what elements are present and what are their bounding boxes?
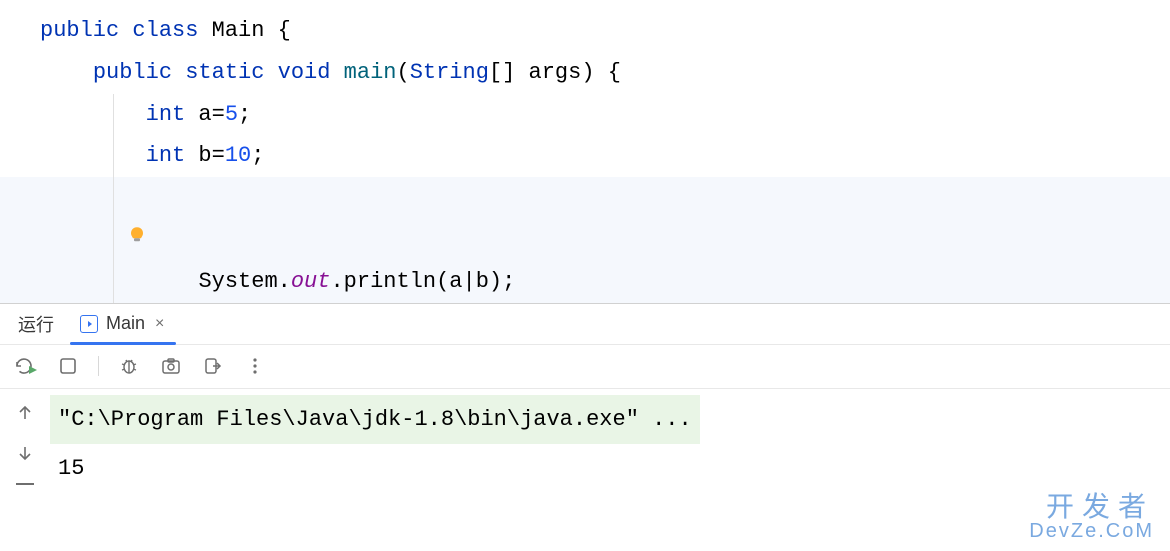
field-out: out bbox=[291, 269, 331, 294]
debug-button[interactable] bbox=[117, 354, 141, 378]
run-config-icon bbox=[80, 315, 98, 333]
run-panel-header: 运行 Main × bbox=[0, 303, 1170, 345]
code-editor[interactable]: public class Main { public static void m… bbox=[0, 0, 1170, 303]
watermark: 开发者 DevZe.CoM bbox=[1029, 493, 1154, 541]
stop-button[interactable] bbox=[56, 354, 80, 378]
type-string: String bbox=[410, 60, 489, 85]
command-line: "C:\Program Files\Java\jdk-1.8\bin\java.… bbox=[50, 395, 700, 445]
brace: { bbox=[264, 18, 290, 43]
exit-icon[interactable] bbox=[201, 354, 225, 378]
class-ref: System bbox=[198, 269, 277, 294]
keyword-public: public bbox=[93, 60, 172, 85]
tab-label: Main bbox=[106, 313, 145, 334]
run-toolbar bbox=[0, 345, 1170, 389]
keyword-int: int bbox=[146, 102, 186, 127]
keyword-public: public bbox=[40, 18, 119, 43]
scroll-up-button[interactable] bbox=[13, 401, 37, 425]
keyword-int: int bbox=[146, 143, 186, 168]
method-call: println bbox=[344, 269, 436, 294]
intention-bulb-icon[interactable] bbox=[48, 177, 147, 302]
code-line[interactable]: public class Main { bbox=[0, 10, 1170, 52]
code-line[interactable]: int b=10; bbox=[0, 135, 1170, 177]
keyword-void: void bbox=[278, 60, 331, 85]
number-literal: 10 bbox=[225, 143, 251, 168]
keyword-static: static bbox=[185, 60, 264, 85]
more-icon[interactable] bbox=[243, 354, 267, 378]
number-literal: 5 bbox=[225, 102, 238, 127]
toolbar-separator bbox=[98, 356, 99, 376]
rerun-button[interactable] bbox=[14, 354, 38, 378]
code-line[interactable]: public static void main(String[] args) { bbox=[0, 52, 1170, 94]
code-line[interactable]: int a=5; bbox=[0, 94, 1170, 136]
class-name: Main bbox=[212, 18, 265, 43]
keyword-class: class bbox=[132, 18, 198, 43]
console-gutter bbox=[0, 389, 50, 495]
run-tab-main[interactable]: Main × bbox=[74, 304, 172, 344]
console-area: "C:\Program Files\Java\jdk-1.8\bin\java.… bbox=[0, 389, 1170, 495]
code-line-current[interactable]: System.out.println(a|b); bbox=[0, 177, 1170, 302]
console-output[interactable]: "C:\Program Files\Java\jdk-1.8\bin\java.… bbox=[50, 389, 1170, 495]
camera-icon[interactable] bbox=[159, 354, 183, 378]
method-name: main bbox=[344, 60, 397, 85]
close-icon[interactable]: × bbox=[153, 315, 166, 333]
separator-icon bbox=[16, 483, 34, 485]
scroll-down-button[interactable] bbox=[13, 441, 37, 465]
output-line: 15 bbox=[50, 444, 1170, 494]
run-panel-title[interactable]: 运行 bbox=[18, 311, 54, 337]
